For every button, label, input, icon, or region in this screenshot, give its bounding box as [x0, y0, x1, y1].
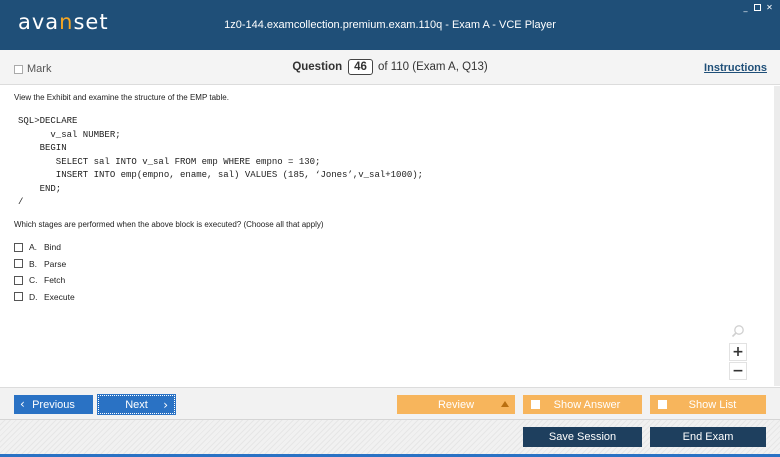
option-d[interactable]: D. Execute [14, 289, 75, 306]
instructions-link[interactable]: Instructions [704, 62, 767, 74]
option-text: Bind [44, 242, 62, 253]
footer-bar: Save Session End Exam [0, 419, 780, 457]
show-answer-checkbox[interactable] [531, 400, 540, 409]
title-bar: avanset 1z0-144.examcollection.premium.e… [0, 0, 780, 50]
window-title: 1z0-144.examcollection.premium.exam.110q… [224, 19, 556, 31]
option-a[interactable]: A. Bind [14, 239, 75, 256]
question-stem: View the Exhibit and examine the structu… [14, 93, 229, 102]
show-answer-label: Show Answer [553, 398, 621, 411]
code-exhibit: SQL>DECLARE v_sal NUMBER; BEGIN SELECT s… [18, 116, 424, 207]
window-controls: _ ✕ [741, 3, 774, 12]
save-session-button[interactable]: Save Session [523, 427, 642, 447]
review-label: Review [437, 398, 475, 411]
question-indicator: Question 46 of 110 (Exam A, Q13) [0, 59, 780, 75]
zoom-in-button[interactable]: + [729, 343, 747, 361]
content-scrollbar[interactable] [774, 86, 780, 386]
chevron-left-icon: ‹ [20, 397, 25, 411]
close-icon[interactable]: ✕ [765, 3, 774, 12]
option-text: Parse [44, 258, 67, 269]
show-list-checkbox[interactable] [658, 400, 667, 409]
question-content: View the Exhibit and examine the structu… [0, 86, 774, 386]
review-button[interactable]: Review [397, 395, 515, 414]
minimize-icon[interactable]: _ [741, 3, 750, 12]
navigation-bar: ‹ Previous Next › Review Show Answer Sho… [0, 387, 780, 419]
end-exam-button[interactable]: End Exam [650, 427, 766, 447]
option-b[interactable]: B. Parse [14, 256, 75, 273]
previous-label: Previous [32, 398, 75, 411]
question-header: Mark Question 46 of 110 (Exam A, Q13) In… [0, 50, 780, 85]
option-checkbox[interactable] [14, 275, 23, 285]
option-c[interactable]: C. Fetch [14, 272, 75, 289]
question-label: Question [292, 61, 343, 73]
option-text: Execute [44, 291, 75, 302]
previous-button[interactable]: ‹ Previous [14, 395, 93, 414]
option-checkbox[interactable] [14, 242, 23, 252]
option-letter: A. [29, 242, 38, 253]
option-text: Fetch [44, 275, 66, 286]
option-checkbox[interactable] [14, 259, 23, 269]
next-button[interactable]: Next › [97, 394, 176, 415]
option-checkbox[interactable] [14, 292, 23, 302]
option-letter: B. [29, 258, 38, 269]
magnifier-icon [731, 325, 744, 338]
show-answer-button[interactable]: Show Answer [523, 395, 642, 414]
show-list-label: Show List [688, 398, 737, 411]
zoom-out-button[interactable]: − [729, 362, 747, 380]
question-number-input[interactable]: 46 [348, 59, 373, 75]
answer-options: A. Bind B. Parse C. Fetch D. Execute [14, 239, 75, 305]
option-letter: D. [29, 291, 38, 302]
question-prompt: Which stages are performed when the abov… [14, 220, 324, 229]
next-label: Next [125, 398, 148, 411]
question-total: of 110 (Exam A, Q13) [377, 61, 488, 73]
maximize-icon[interactable] [754, 4, 761, 11]
show-list-button[interactable]: Show List [650, 395, 766, 414]
chevron-right-icon: › [163, 398, 168, 412]
caret-up-icon [501, 401, 509, 407]
option-letter: C. [29, 275, 38, 286]
